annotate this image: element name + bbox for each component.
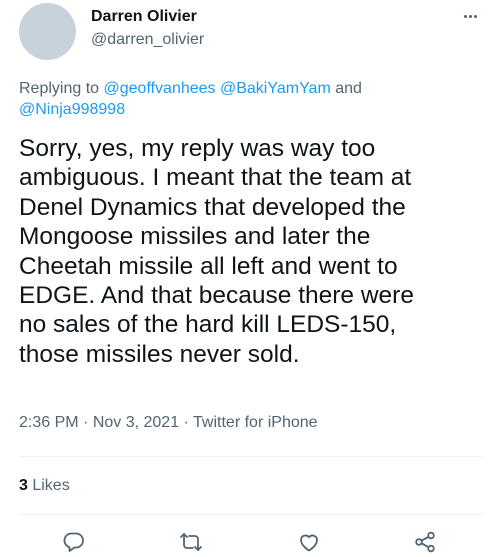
avatar[interactable] (19, 3, 76, 60)
divider (19, 514, 483, 515)
more-dot (468, 14, 472, 18)
replying-prefix: Replying to (19, 80, 104, 97)
mention-link-geoffvanhees[interactable]: @geoffvanhees (104, 80, 216, 97)
retweet-icon[interactable] (179, 530, 203, 554)
tweet-text: Sorry, yes, my reply was way too ambiguo… (19, 135, 414, 368)
likes-label: Likes (27, 477, 70, 494)
author-handle[interactable]: @darren_olivier (91, 31, 204, 49)
action-bar (0, 530, 500, 557)
meta-separator: · (78, 414, 93, 431)
heart-icon[interactable] (297, 530, 321, 554)
more-dot (473, 14, 477, 18)
likes-stat[interactable]: 3 Likes (19, 477, 70, 495)
reply-icon[interactable] (62, 530, 86, 554)
replying-joiner: and (330, 80, 362, 97)
likes-count: 3 (19, 477, 28, 494)
divider (19, 456, 483, 457)
mention-link-bakiyamyam[interactable]: @BakiYamYam (220, 80, 331, 97)
tweet-source[interactable]: Twitter for iPhone (193, 414, 318, 431)
tweet-date[interactable]: Nov 3, 2021 (93, 414, 179, 431)
more-options-icon[interactable] (458, 6, 482, 26)
more-dot (463, 14, 467, 18)
meta-separator: · (179, 414, 194, 431)
tweet-meta: 2:36 PM · Nov 3, 2021 · Twitter for iPho… (19, 414, 318, 432)
tweet-time[interactable]: 2:36 PM (19, 414, 79, 431)
mention-link-ninja998998[interactable]: @Ninja998998 (19, 101, 125, 118)
author-name[interactable]: Darren Olivier (91, 8, 197, 26)
replying-to: Replying to @geoffvanhees @BakiYamYam an… (19, 78, 459, 120)
share-icon[interactable] (413, 530, 437, 554)
